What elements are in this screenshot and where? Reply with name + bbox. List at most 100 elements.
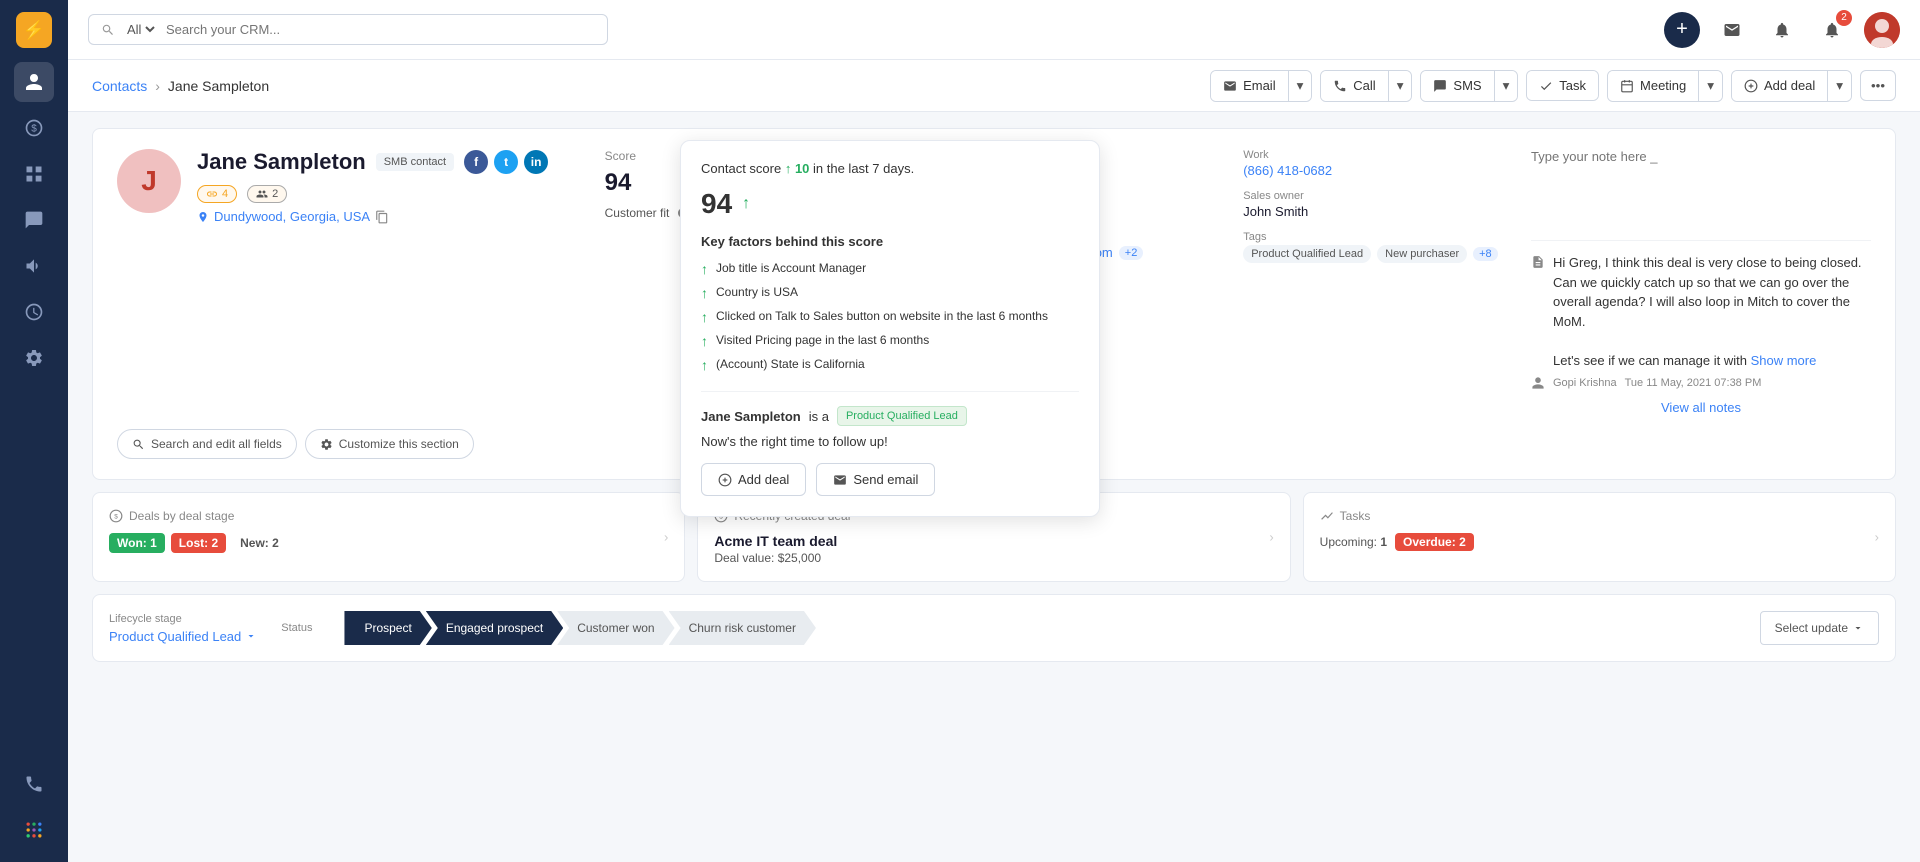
add-deal-dropdown-btn[interactable]: ▾ xyxy=(1828,71,1851,101)
note-doc-icon xyxy=(1531,255,1545,269)
search-bar[interactable]: All xyxy=(88,14,608,45)
svg-text:$: $ xyxy=(31,123,37,134)
note-textarea[interactable] xyxy=(1531,149,1871,229)
call-dropdown-btn[interactable]: ▾ xyxy=(1389,71,1412,101)
popup-add-deal-icon xyxy=(718,473,732,487)
overdue-badge: Overdue: 2 xyxy=(1395,533,1474,551)
work-value[interactable]: (866) 418-0682 xyxy=(1243,163,1511,178)
tasks-arrow[interactable]: › xyxy=(1875,530,1879,545)
popup-send-email-btn[interactable]: Send email xyxy=(816,463,935,496)
factor-3: ↑ Clicked on Talk to Sales button on web… xyxy=(701,305,1079,329)
meeting-dropdown-btn[interactable]: ▾ xyxy=(1699,71,1722,101)
sidebar-item-clock[interactable] xyxy=(14,292,54,332)
notes-panel: Hi Greg, I think this deal is very close… xyxy=(1531,149,1871,415)
deal-stages: Won: 1 Lost: 2 New: 2 xyxy=(109,533,668,553)
tag-purchaser: New purchaser xyxy=(1377,245,1467,263)
breadcrumb-parent[interactable]: Contacts xyxy=(92,78,147,94)
sms-dropdown-btn[interactable]: ▾ xyxy=(1495,71,1518,101)
deals-stage-arrow[interactable]: › xyxy=(664,530,668,545)
sidebar-item-phone[interactable] xyxy=(14,764,54,804)
lifecycle-section: Lifecycle stage Product Qualified Lead S… xyxy=(92,594,1896,662)
links-pill[interactable]: 4 xyxy=(197,185,237,203)
note-meta: Gopi Krishna Tue 11 May, 2021 07:38 PM xyxy=(1531,376,1871,390)
recent-deal-name: Acme IT team deal xyxy=(714,533,1273,549)
customize-section-btn[interactable]: Customize this section xyxy=(305,429,474,459)
task-action-btn[interactable]: Task xyxy=(1527,71,1598,100)
factor-5: ↑ (Account) State is California xyxy=(701,353,1079,377)
tasks-icon xyxy=(1320,509,1334,523)
popup-actions: Add deal Send email xyxy=(701,463,1079,496)
lifecycle-stage-label: Lifecycle stage xyxy=(109,613,257,625)
tag-pql: Product Qualified Lead xyxy=(1243,245,1371,263)
social-icons: f t in xyxy=(464,150,548,174)
tags-more[interactable]: +8 xyxy=(1473,247,1498,261)
score-popup: Contact score ↑ 10 in the last 7 days. 9… xyxy=(680,140,1100,517)
pipeline-step-engaged[interactable]: Engaged prospect xyxy=(426,611,563,645)
app-logo[interactable]: ⚡ xyxy=(16,12,52,48)
more-options-btn[interactable]: ••• xyxy=(1860,70,1896,101)
navbar-right: + 2 xyxy=(1664,12,1900,48)
pipeline-step-prospect[interactable]: Prospect xyxy=(344,611,431,645)
upcoming-label: Upcoming: 1 xyxy=(1320,535,1387,549)
search-edit-icon xyxy=(132,438,145,451)
bell-icon-btn[interactable]: 2 xyxy=(1814,12,1850,48)
sidebar-item-contacts[interactable] xyxy=(14,62,54,102)
sidebar-item-settings[interactable] xyxy=(14,338,54,378)
copy-icon[interactable] xyxy=(375,210,389,224)
search-edit-btn[interactable]: Search and edit all fields xyxy=(117,429,297,459)
popup-add-deal-btn[interactable]: Add deal xyxy=(701,463,806,496)
new-stage: New: 2 xyxy=(232,533,287,553)
sidebar-item-megaphone[interactable] xyxy=(14,246,54,286)
deals-stage-title: $ Deals by deal stage xyxy=(109,509,668,523)
pipeline-step-churn[interactable]: Churn risk customer xyxy=(669,611,816,645)
email-dropdown-btn[interactable]: ▾ xyxy=(1289,71,1312,101)
popup-followup: Now's the right time to follow up! xyxy=(701,434,1079,449)
contact-location[interactable]: Dundywood, Georgia, USA xyxy=(197,209,565,224)
pipeline-step-won[interactable]: Customer won xyxy=(557,611,674,645)
score-change: ↑ 10 xyxy=(785,161,810,176)
sidebar-item-dollar[interactable]: $ xyxy=(14,108,54,148)
location-icon xyxy=(197,211,209,223)
call-icon xyxy=(1333,79,1347,93)
view-all-notes-link[interactable]: View all notes xyxy=(1531,400,1871,415)
add-button[interactable]: + xyxy=(1664,12,1700,48)
sms-icon xyxy=(1433,79,1447,93)
email-icon-btn[interactable] xyxy=(1714,12,1750,48)
search-filter[interactable]: All xyxy=(123,21,158,38)
sidebar-item-apps[interactable] xyxy=(14,810,54,850)
call-action-btn[interactable]: Call xyxy=(1321,71,1387,101)
lifecycle-status-label: Status xyxy=(281,622,312,634)
linkedin-icon[interactable]: in xyxy=(524,150,548,174)
add-deal-action-btn[interactable]: Add deal xyxy=(1732,71,1827,101)
sidebar-item-grid[interactable] xyxy=(14,154,54,194)
connections-count: 2 xyxy=(272,188,278,200)
lifecycle-row: Lifecycle stage Product Qualified Lead S… xyxy=(109,611,1879,645)
popup-lead-row: Jane Sampleton is a Product Qualified Le… xyxy=(701,406,1079,426)
lifecycle-dropdown-icon xyxy=(245,630,257,642)
select-update-btn[interactable]: Select update xyxy=(1760,611,1879,645)
task-counts: Upcoming: 1 Overdue: 2 xyxy=(1320,533,1879,551)
score-value: 94 xyxy=(605,169,632,197)
contact-name: Jane Sampleton xyxy=(197,149,366,175)
sms-action-btn[interactable]: SMS xyxy=(1421,71,1493,101)
meeting-icon xyxy=(1620,79,1634,93)
lifecycle-stage-value[interactable]: Product Qualified Lead xyxy=(109,629,257,644)
show-more-link[interactable]: Show more xyxy=(1751,353,1817,368)
score-popup-main: 94 ↑ xyxy=(701,188,1079,220)
sales-owner-label: Sales owner xyxy=(1243,190,1511,202)
meeting-action-btn[interactable]: Meeting xyxy=(1608,71,1698,101)
popup-email-icon xyxy=(833,473,847,487)
notification-icon-btn[interactable] xyxy=(1764,12,1800,48)
recent-deal-arrow[interactable]: › xyxy=(1269,530,1273,545)
email-more[interactable]: +2 xyxy=(1119,246,1144,260)
connection-icon xyxy=(256,188,268,200)
twitter-icon[interactable]: t xyxy=(494,150,518,174)
connections-pill[interactable]: 2 xyxy=(247,185,287,203)
score-popup-big: 94 xyxy=(701,188,732,220)
search-input[interactable] xyxy=(166,22,595,37)
tags-label: Tags xyxy=(1243,231,1511,243)
email-action-btn[interactable]: Email xyxy=(1211,71,1288,101)
user-avatar[interactable] xyxy=(1864,12,1900,48)
facebook-icon[interactable]: f xyxy=(464,150,488,174)
sidebar-item-chat[interactable] xyxy=(14,200,54,240)
